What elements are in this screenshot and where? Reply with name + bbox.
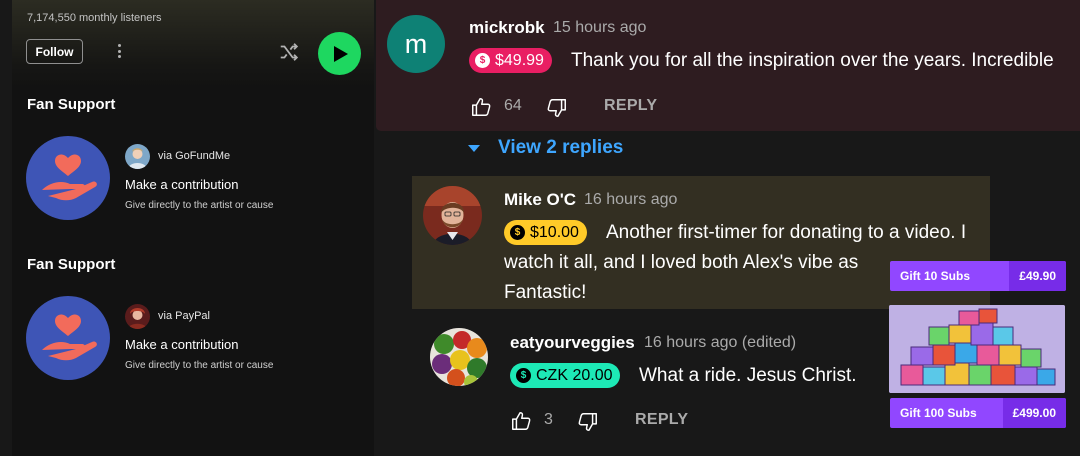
gift-label: Gift 10 Subs xyxy=(900,269,971,283)
comment-time[interactable]: 16 hours ago xyxy=(584,191,677,209)
fan-support-via: via PayPal xyxy=(158,310,210,322)
paypal-avatar xyxy=(125,304,150,329)
caret-down-icon xyxy=(468,144,480,152)
thumbs-up-icon[interactable] xyxy=(470,96,492,118)
comment-time[interactable]: 16 hours ago (edited) xyxy=(644,334,796,352)
gift-label: Gift 100 Subs xyxy=(900,406,977,420)
heart-hand-icon xyxy=(42,314,97,361)
view-replies-toggle[interactable]: View 2 replies xyxy=(468,136,623,160)
fan-support-image[interactable] xyxy=(26,136,110,220)
view-replies-label: View 2 replies xyxy=(498,137,624,158)
play-icon xyxy=(334,45,348,62)
thumbs-up-icon[interactable] xyxy=(510,410,532,432)
gift-10-subs-button[interactable]: Gift 10 Subs £49.90 xyxy=(890,261,1066,291)
gofundme-avatar xyxy=(125,144,150,169)
fan-support-action[interactable]: Make a contribution xyxy=(125,177,238,192)
more-options-icon[interactable] xyxy=(115,40,123,62)
comment-author[interactable]: mickrobk xyxy=(469,18,545,38)
super-thanks-amount: $49.99 xyxy=(495,51,544,69)
gift-price: £49.90 xyxy=(1009,261,1066,291)
super-thanks-badge: $ $10.00 xyxy=(504,220,587,245)
super-thanks-amount: CZK 20.00 xyxy=(536,366,613,384)
avatar[interactable]: m xyxy=(387,15,445,73)
like-count: 3 xyxy=(544,411,553,428)
monthly-listeners: 7,174,550 monthly listeners xyxy=(27,12,162,24)
gift-boxes-illustration xyxy=(889,305,1065,393)
heart-hand-icon xyxy=(42,154,97,201)
comment-time[interactable]: 15 hours ago xyxy=(553,19,646,37)
comment-author[interactable]: eatyourveggies xyxy=(510,333,635,353)
fan-support-image[interactable] xyxy=(26,296,110,380)
dollar-coin-icon: $ xyxy=(516,368,531,383)
comment-text: watch it all, and I loved both Alex's vi… xyxy=(504,252,859,273)
fan-support-title: Fan Support xyxy=(27,96,116,113)
super-thanks-badge: $ CZK 20.00 xyxy=(510,363,621,388)
comment-text: Another first-timer for donating to a vi… xyxy=(606,222,967,243)
fan-support-description: Give directly to the artist or cause xyxy=(125,360,274,371)
super-thanks-amount: $10.00 xyxy=(530,223,579,241)
fan-support-action[interactable]: Make a contribution xyxy=(125,337,238,352)
fan-support-title: Fan Support xyxy=(27,256,116,273)
dollar-coin-icon: $ xyxy=(475,53,490,68)
shuffle-icon[interactable] xyxy=(278,41,300,63)
artist-panel: 7,174,550 monthly listeners Follow Fan S… xyxy=(12,0,374,456)
gift-100-subs-button[interactable]: Gift 100 Subs £499.00 xyxy=(890,398,1066,428)
thumbs-down-icon[interactable] xyxy=(546,97,568,119)
like-count: 64 xyxy=(504,97,522,114)
super-thanks-badge: $ $49.99 xyxy=(469,48,552,73)
comment-text: Thank you for all the inspiration over t… xyxy=(571,50,1054,71)
dollar-coin-icon: $ xyxy=(510,225,525,240)
follow-button[interactable]: Follow xyxy=(26,39,83,64)
comment-text: Fantastic! xyxy=(504,282,587,303)
avatar[interactable] xyxy=(430,328,488,386)
play-button[interactable] xyxy=(318,32,361,75)
avatar[interactable] xyxy=(423,186,482,245)
comment-author[interactable]: Mike O'C xyxy=(504,190,576,210)
thumbs-down-icon[interactable] xyxy=(577,411,599,433)
fan-support-description: Give directly to the artist or cause xyxy=(125,200,274,211)
reply-button[interactable]: REPLY xyxy=(635,411,688,429)
gift-price: £499.00 xyxy=(1002,398,1066,428)
fan-support-via: via GoFundMe xyxy=(158,150,231,162)
comment-text: What a ride. Jesus Christ. xyxy=(639,365,857,386)
reply-button[interactable]: REPLY xyxy=(604,97,657,115)
